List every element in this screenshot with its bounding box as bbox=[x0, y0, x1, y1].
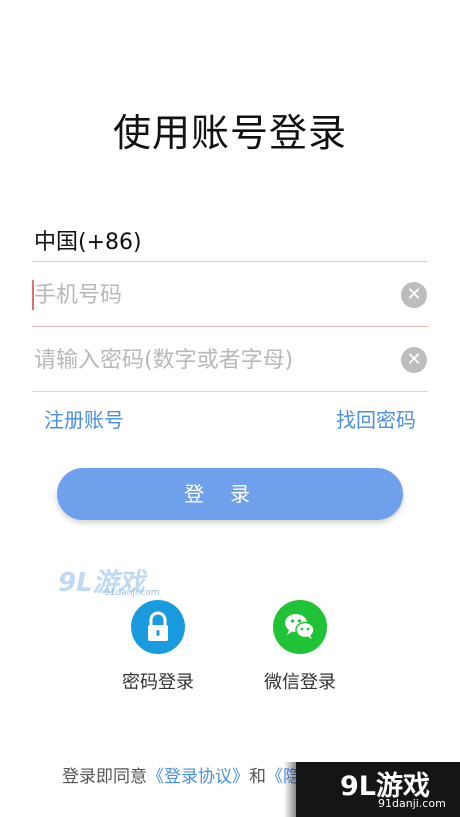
divider bbox=[32, 326, 428, 327]
wechat-icon bbox=[273, 600, 327, 654]
phone-input[interactable] bbox=[32, 275, 394, 315]
agreement-and: 和 bbox=[249, 767, 266, 787]
wechat-login-button[interactable]: 微信登录 bbox=[250, 600, 350, 694]
wechat-login-label: 微信登录 bbox=[264, 672, 336, 693]
password-login-label: 密码登录 bbox=[122, 672, 194, 693]
divider bbox=[32, 261, 428, 262]
clear-password-icon[interactable]: ✕ bbox=[401, 347, 427, 373]
corner-watermark-url: 91danji.com bbox=[378, 797, 446, 810]
password-input[interactable] bbox=[32, 340, 394, 380]
agreement-text: 登录即同意《登录协议》和《隐 bbox=[62, 762, 300, 787]
divider bbox=[32, 391, 428, 392]
agreement-prefix: 登录即同意 bbox=[62, 767, 147, 787]
watermark-url: 91danji.com bbox=[104, 588, 160, 598]
page-title: 使用账号登录 bbox=[112, 111, 347, 155]
password-login-button[interactable]: 密码登录 bbox=[108, 600, 208, 694]
clear-phone-icon[interactable]: ✕ bbox=[401, 282, 427, 308]
login-button[interactable]: 登录 bbox=[57, 468, 403, 520]
lock-icon bbox=[131, 600, 185, 654]
login-agreement-link[interactable]: 《登录协议》 bbox=[147, 767, 249, 787]
login-screen: 使用账号登录 中国(+86) ✕ ✕ 注册账号 找回密码 登录 9L游戏 91d… bbox=[0, 0, 460, 817]
register-link[interactable]: 注册账号 bbox=[44, 404, 124, 433]
country-code-selector[interactable]: 中国(+86) bbox=[34, 224, 142, 256]
forgot-password-link[interactable]: 找回密码 bbox=[336, 404, 416, 433]
